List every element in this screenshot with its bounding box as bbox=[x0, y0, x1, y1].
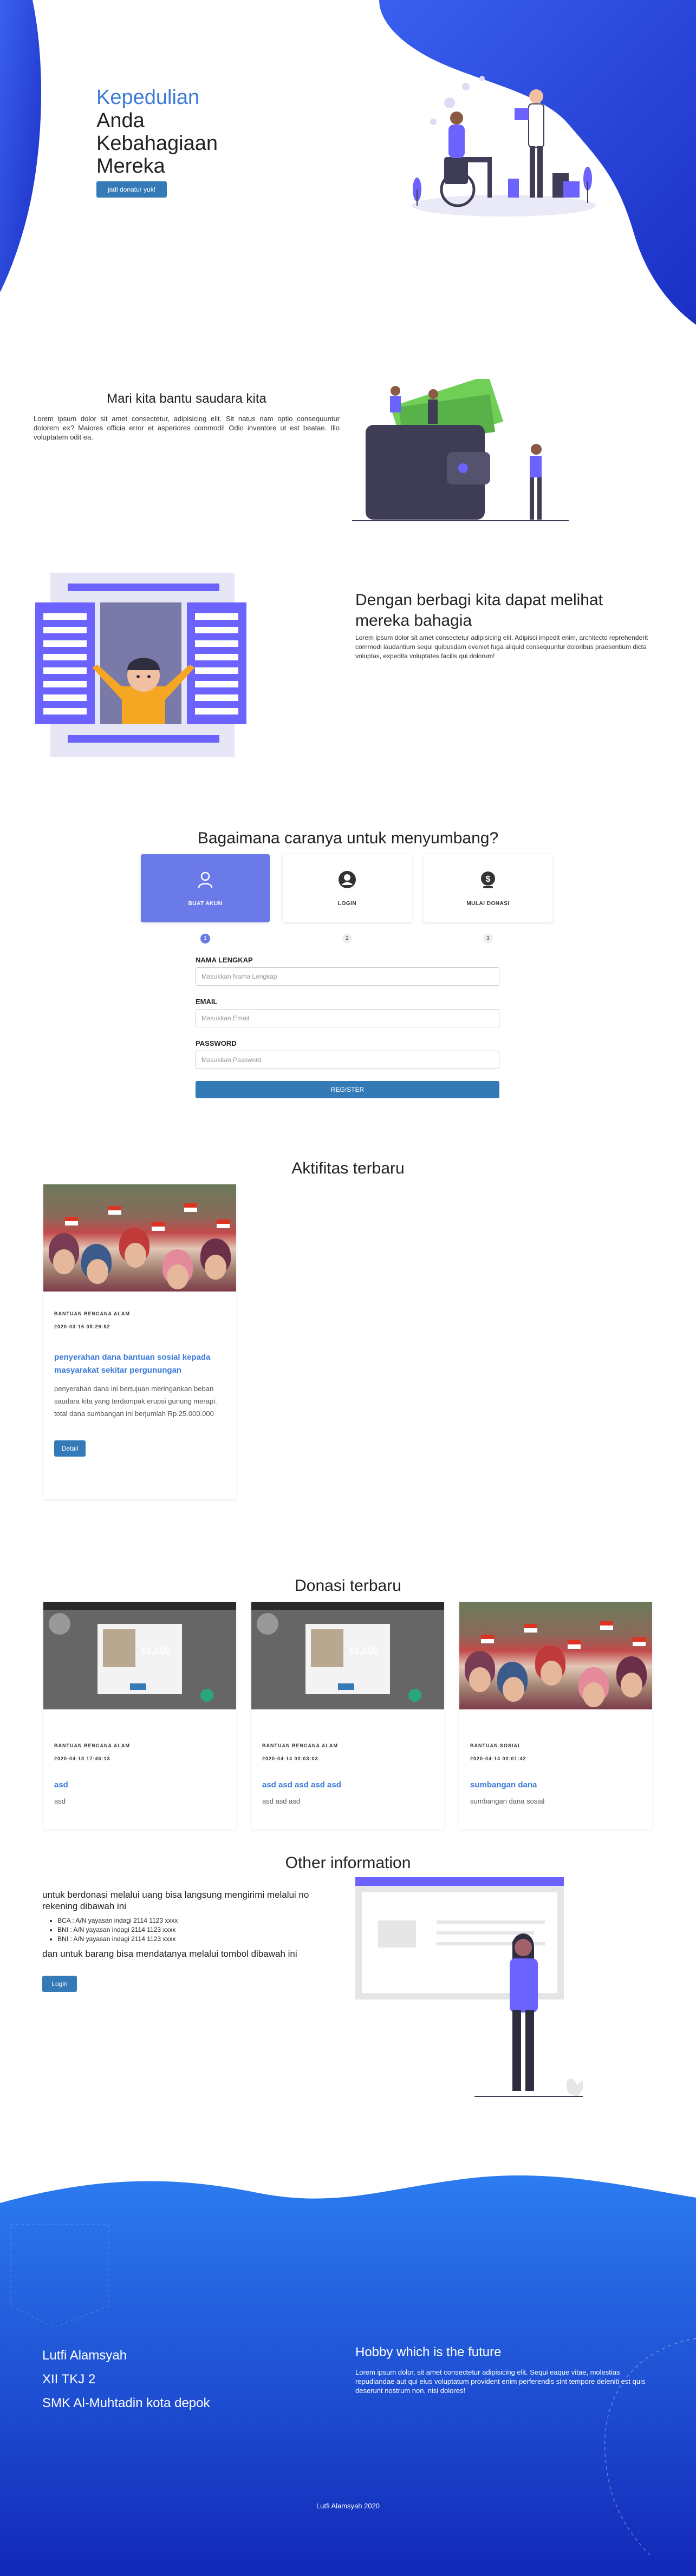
other-info-title: Other information bbox=[285, 1854, 411, 1872]
activities-title: Aktifitas terbaru bbox=[291, 1159, 405, 1177]
donation-category: BANTUAN SOSIAL bbox=[470, 1743, 522, 1748]
other-info-text: untuk berdonasi melalui uang bisa langsu… bbox=[42, 1889, 335, 1959]
password-field[interactable] bbox=[196, 1051, 499, 1069]
intro-text: Lorem ipsum dolor sit amet consectetur, … bbox=[34, 415, 340, 441]
footer-copyright: Lutfi Alamsyah 2020 bbox=[316, 2502, 380, 2510]
email-label: EMAIL bbox=[196, 998, 218, 1006]
activity-category: BANTUAN BENCANA ALAM bbox=[54, 1311, 130, 1316]
hero-title-line2: Anda bbox=[96, 109, 145, 132]
hero-illustration bbox=[412, 76, 596, 217]
footer-name: Lutfi Alamsyah bbox=[42, 2348, 127, 2363]
donation-title[interactable]: sumbangan dana bbox=[470, 1779, 641, 1792]
activity-detail-button[interactable]: Detail bbox=[54, 1440, 86, 1457]
activity-title[interactable]: penyerahan dana bantuan sosial kepada ma… bbox=[54, 1351, 225, 1377]
account-circle-icon bbox=[339, 870, 356, 888]
footer-class: XII TKJ 2 bbox=[42, 2372, 96, 2387]
donation-card: BANTUAN SOSIAL 2020-04-14 00:01:42 sumba… bbox=[459, 1602, 652, 1830]
bank-account-item: BNI : A/N yayasan indagi 2114 1123 xxxx bbox=[57, 1935, 335, 1944]
step-start-donation[interactable]: $ MULAI DONASI bbox=[424, 854, 552, 922]
password-label: PASSWORD bbox=[196, 1039, 237, 1047]
register-button[interactable]: REGISTER bbox=[196, 1081, 499, 1098]
footer-school: SMK Al-Muhtadin kota depok bbox=[42, 2396, 210, 2410]
bank-account-item: BNI : A/N yayasan indagi 2114 1123 xxxx bbox=[57, 1925, 335, 1935]
screen-amount: $1,000 bbox=[141, 1646, 171, 1656]
donation-description: asd bbox=[54, 1797, 66, 1805]
wallet-illustration bbox=[352, 379, 569, 521]
other-info-goods: dan untuk barang bisa mendatanya melalui… bbox=[42, 1949, 297, 1959]
step-label: MULAI DONASI bbox=[466, 900, 510, 907]
donation-card: $1,000 BANTUAN BENCANA ALAM 2020-04-13 1… bbox=[43, 1602, 236, 1830]
activity-date: 2020-03-16 08:29:52 bbox=[54, 1324, 110, 1329]
footer-hobby-text: Lorem ipsum dolor, sit amet consectetur … bbox=[355, 2368, 646, 2395]
donation-title[interactable]: asd bbox=[54, 1779, 225, 1792]
hero-title: Kepedulian Anda Kebahagiaan Mereka bbox=[96, 86, 218, 178]
hero-title-line3: Kebahagiaan bbox=[96, 132, 218, 155]
activity-description: penyerahan dana ini bertujuan meringanka… bbox=[54, 1385, 217, 1418]
become-donor-button[interactable]: jadi donatur yuk! bbox=[96, 181, 167, 198]
donation-date: 2020-04-13 17:46:13 bbox=[54, 1756, 110, 1761]
step-create-account[interactable]: BUAT AKUN bbox=[141, 854, 270, 922]
step-indicator-1[interactable]: 1 bbox=[200, 934, 210, 943]
hero-title-line4: Mereka bbox=[96, 155, 165, 178]
hero-title-line1: Kepedulian bbox=[96, 86, 200, 109]
email-field[interactable] bbox=[196, 1009, 499, 1027]
footer-hobby-title: Hobby which is the future bbox=[355, 2345, 502, 2359]
bank-account-item: BCA : A/N yayasan indagi 2114 1123 xxxx bbox=[57, 1916, 335, 1925]
other-info-intro: untuk berdonasi melalui uang bisa langsu… bbox=[42, 1890, 309, 1911]
donations-title: Donasi terbaru bbox=[295, 1577, 401, 1595]
donation-description: sumbangan dana sosial bbox=[470, 1797, 545, 1805]
login-button[interactable]: Login bbox=[42, 1976, 77, 1992]
intro-title: Mari kita bantu saudara kita bbox=[107, 391, 266, 406]
donation-date: 2020-04-14 00:01:42 bbox=[470, 1756, 526, 1761]
step-indicator-2[interactable]: 2 bbox=[342, 934, 352, 943]
activity-photo bbox=[43, 1184, 236, 1292]
donation-title[interactable]: asd asd asd asd asd bbox=[262, 1779, 433, 1792]
user-icon bbox=[198, 871, 213, 888]
donation-photo bbox=[459, 1602, 652, 1709]
donation-photo: $1,000 bbox=[43, 1602, 236, 1709]
mission-title: Dengan berbagi kita dapat melihat mereka… bbox=[355, 591, 603, 630]
name-field[interactable] bbox=[196, 967, 499, 986]
register-form: NAMA LENGKAP EMAIL PASSWORD REGISTER bbox=[196, 956, 499, 1098]
footer-author: Lutfi Alamsyah XII TKJ 2 SMK Al-Muhtadin… bbox=[42, 2344, 210, 2415]
step-login[interactable]: LOGIN bbox=[283, 854, 412, 922]
step-indicator-3[interactable]: 3 bbox=[483, 934, 493, 943]
donation-category: BANTUAN BENCANA ALAM bbox=[54, 1743, 130, 1748]
name-label: NAMA LENGKAP bbox=[196, 956, 253, 964]
donation-photo: $1,000 bbox=[251, 1602, 444, 1709]
window-child-illustration bbox=[35, 573, 246, 757]
donation-date: 2020-04-14 00:03:03 bbox=[262, 1756, 318, 1761]
svg-text:$: $ bbox=[486, 875, 491, 884]
page: Kepedulian Anda Kebahagiaan Mereka jadi … bbox=[0, 0, 696, 2576]
woman-screen-illustration bbox=[355, 1877, 583, 2097]
dollar-coin-icon: $ bbox=[481, 871, 495, 888]
step-label: BUAT AKUN bbox=[188, 900, 223, 907]
bank-account-list: BCA : A/N yayasan indagi 2114 1123 xxxx … bbox=[57, 1916, 335, 1944]
donation-category: BANTUAN BENCANA ALAM bbox=[262, 1743, 338, 1748]
activity-card: BANTUAN BENCANA ALAM 2020-03-16 08:29:52… bbox=[43, 1184, 236, 1499]
donation-description: asd asd asd bbox=[262, 1797, 301, 1805]
mission-text: Lorem ipsum dolor sit amet consectetur a… bbox=[355, 634, 648, 660]
step-label: LOGIN bbox=[337, 900, 357, 907]
howto-title: Bagaimana caranya untuk menyumbang? bbox=[197, 829, 499, 847]
donation-card: $1,000 BANTUAN BENCANA ALAM 2020-04-14 0… bbox=[251, 1602, 444, 1830]
screen-amount: $1,000 bbox=[349, 1646, 379, 1656]
